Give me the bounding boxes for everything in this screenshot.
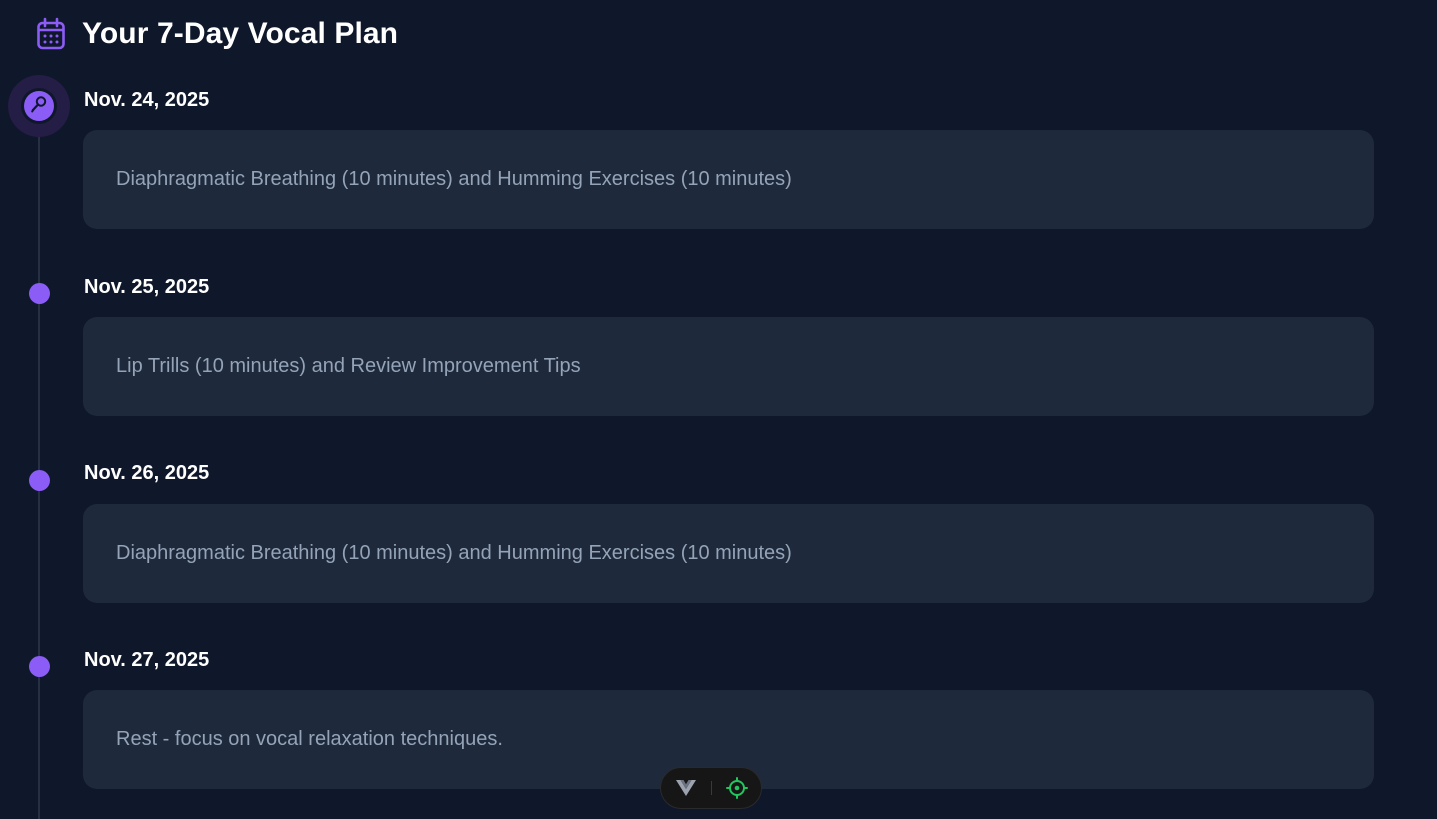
page-title: Your 7-Day Vocal Plan (82, 17, 399, 50)
day-date: Nov. 24, 2025 (84, 89, 210, 111)
timeline-dot (29, 283, 50, 304)
target-icon[interactable] (724, 775, 750, 801)
vue-logo-icon[interactable] (673, 775, 699, 801)
toolbar-divider (710, 781, 712, 795)
devtools-toolbar (660, 767, 762, 809)
day-date: Nov. 27, 2025 (84, 649, 210, 671)
day-date: Nov. 25, 2025 (84, 276, 210, 298)
timeline-dot (29, 656, 50, 677)
day-task-card: Diaphragmatic Breathing (10 minutes) and… (83, 504, 1374, 603)
day-task-text: Diaphragmatic Breathing (10 minutes) and… (116, 168, 792, 190)
day-task-card: Lip Trills (10 minutes) and Review Impro… (83, 317, 1374, 416)
day-task-text: Rest - focus on vocal relaxation techniq… (116, 728, 503, 750)
active-timeline-dot (21, 88, 57, 124)
microphone-icon (29, 94, 49, 119)
day-task-text: Diaphragmatic Breathing (10 minutes) and… (116, 542, 792, 564)
timeline-line (38, 108, 40, 819)
day-task-text: Lip Trills (10 minutes) and Review Impro… (116, 355, 581, 377)
timeline-dot (29, 470, 50, 491)
day-date: Nov. 26, 2025 (84, 462, 210, 484)
plan-header: Your 7-Day Vocal Plan (36, 14, 398, 54)
calendar-icon (36, 17, 66, 51)
vocal-plan-page: Your 7-Day Vocal Plan Nov. 24, 2025 Diap… (0, 0, 1437, 819)
day-task-card: Diaphragmatic Breathing (10 minutes) and… (83, 130, 1374, 229)
